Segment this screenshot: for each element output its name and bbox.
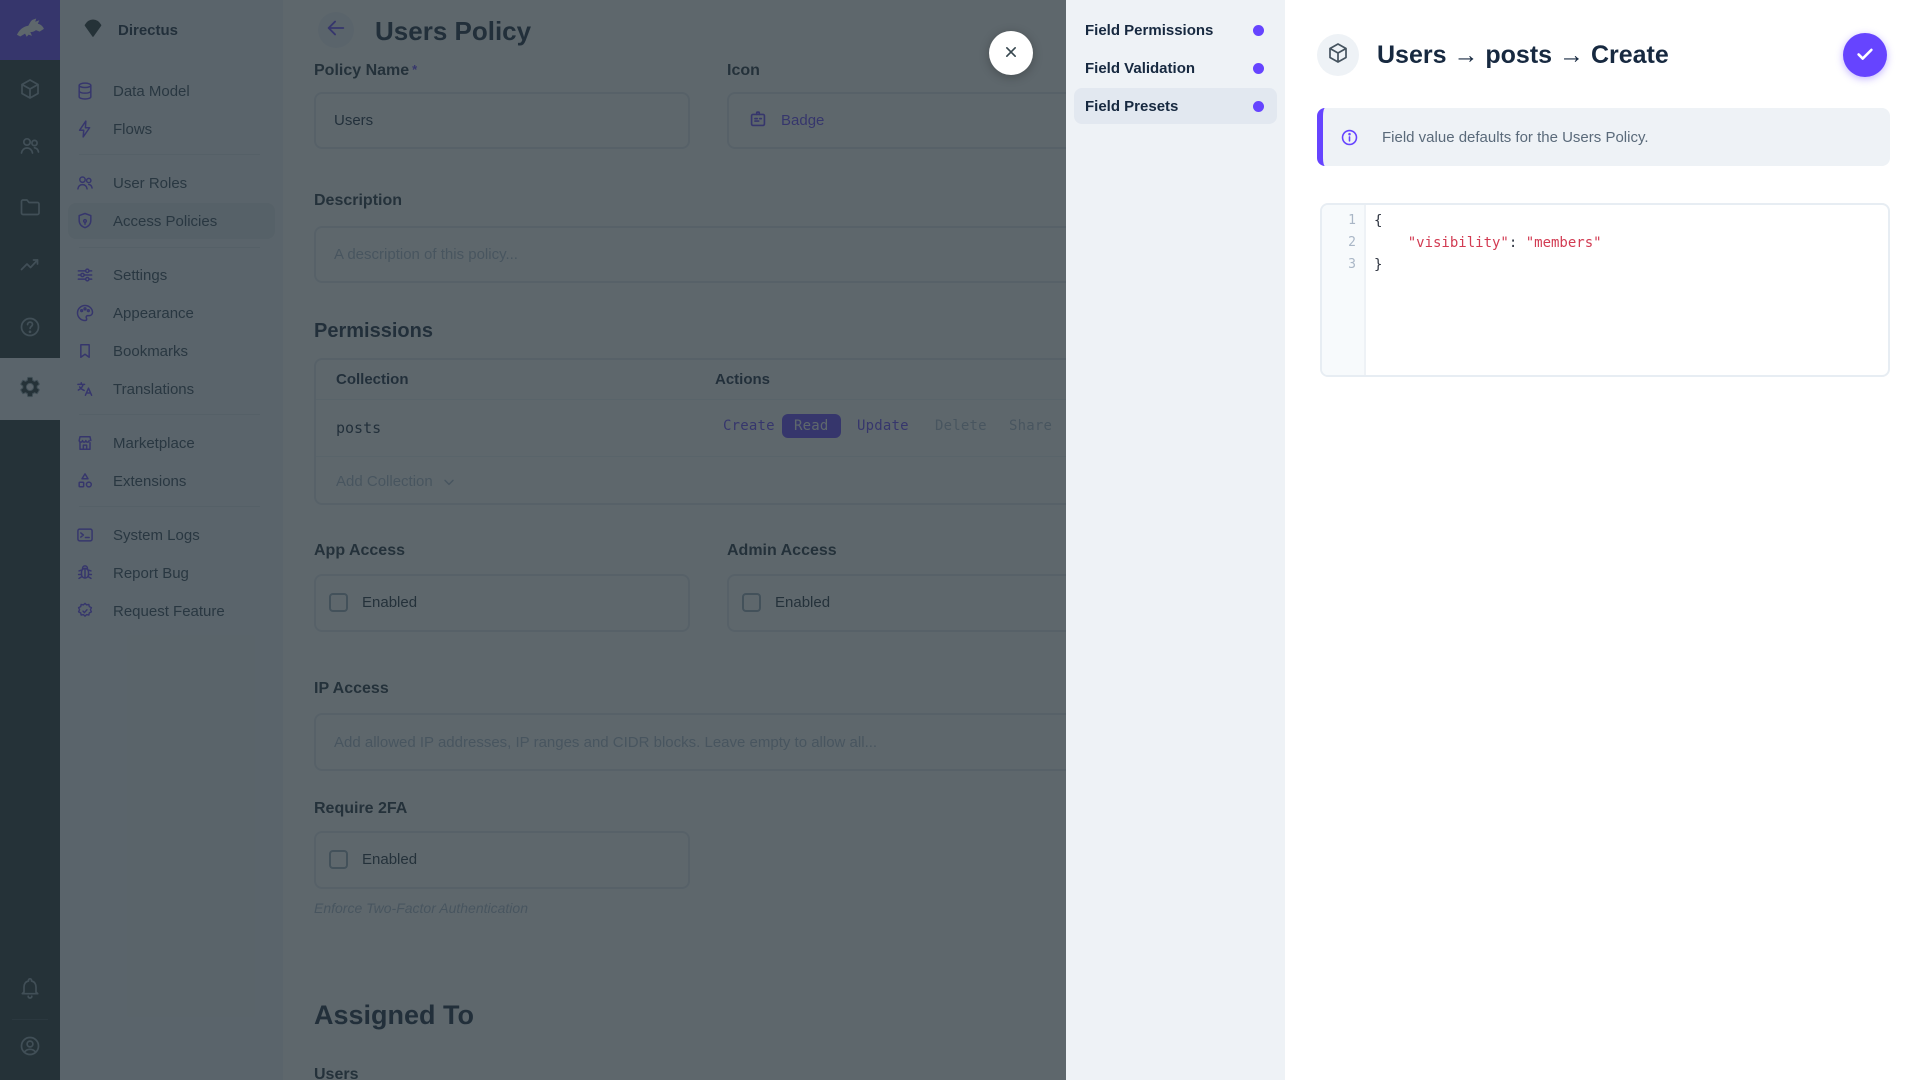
editor-gutter: 1 2 3 bbox=[1322, 205, 1366, 375]
code-line: } bbox=[1374, 254, 1884, 276]
tab-label: Field Validation bbox=[1085, 60, 1195, 77]
line-number: 3 bbox=[1326, 254, 1356, 276]
check-icon bbox=[1854, 43, 1876, 68]
drawer-content: Users → posts → Create Field value defau… bbox=[1285, 0, 1920, 1080]
presets-code-editor[interactable]: 1 2 3 { "visibility": "members" } bbox=[1320, 203, 1890, 377]
app: Users Policy Policy Name* Icon Badge Des… bbox=[0, 0, 1920, 1080]
close-drawer-button[interactable] bbox=[989, 31, 1033, 75]
tab-field-permissions[interactable]: Field Permissions bbox=[1066, 12, 1285, 48]
status-dot-icon bbox=[1253, 63, 1264, 74]
info-icon bbox=[1340, 128, 1359, 147]
drawer-header-icon-wrap bbox=[1317, 34, 1359, 76]
cube-icon bbox=[1326, 41, 1350, 70]
permissions-drawer: Field Permissions Field Validation Field… bbox=[1066, 0, 1920, 1080]
tab-field-validation[interactable]: Field Validation bbox=[1066, 50, 1285, 86]
save-button[interactable] bbox=[1843, 33, 1887, 77]
status-dot-icon bbox=[1253, 25, 1264, 36]
line-number: 1 bbox=[1326, 210, 1356, 232]
close-icon bbox=[1001, 42, 1021, 65]
tab-label: Field Presets bbox=[1085, 98, 1178, 115]
code-line: "visibility": "members" bbox=[1374, 232, 1884, 254]
tab-field-presets[interactable]: Field Presets bbox=[1074, 88, 1277, 124]
drawer-menu: Field Permissions Field Validation Field… bbox=[1066, 0, 1285, 1080]
code-line: { bbox=[1374, 210, 1884, 232]
tab-label: Field Permissions bbox=[1085, 22, 1213, 39]
line-number: 2 bbox=[1326, 232, 1356, 254]
info-notice: Field value defaults for the Users Polic… bbox=[1317, 108, 1890, 166]
drawer-title: Users → posts → Create bbox=[1377, 41, 1669, 70]
notice-text: Field value defaults for the Users Polic… bbox=[1382, 129, 1649, 146]
status-dot-icon bbox=[1253, 101, 1264, 112]
drawer-scrim[interactable] bbox=[0, 0, 1066, 1080]
